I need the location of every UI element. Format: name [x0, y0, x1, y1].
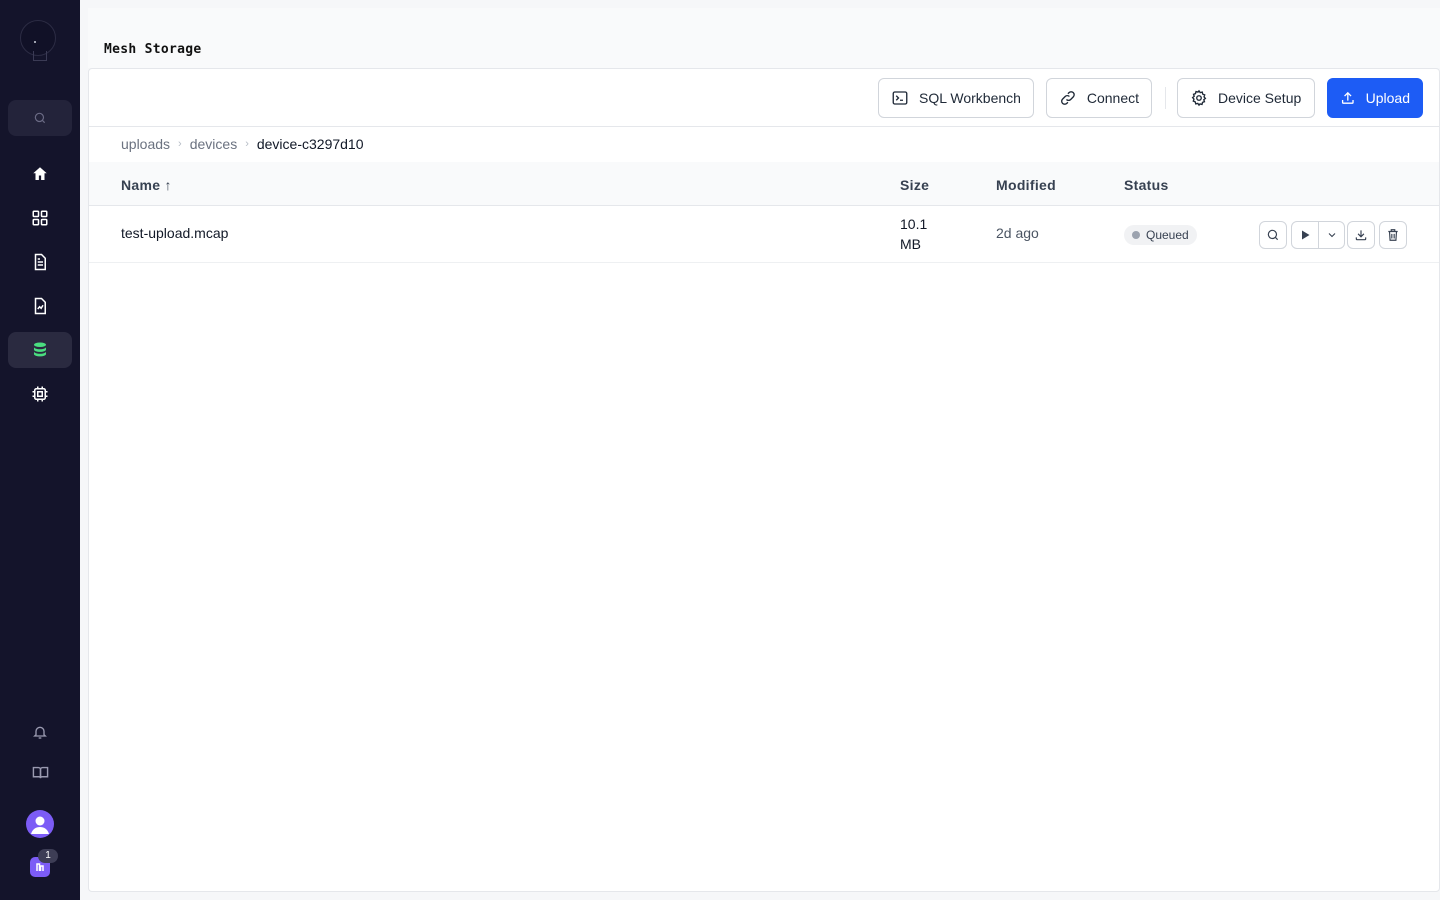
chevron-right-icon: › [245, 138, 249, 150]
upload-icon [1341, 91, 1354, 104]
chip-icon [32, 386, 48, 402]
user-icon [31, 816, 49, 834]
page-header: Mesh Storage [88, 8, 1440, 68]
column-header-size[interactable]: Size [900, 177, 929, 193]
file-modified: 2d ago [996, 225, 1039, 241]
breadcrumb-item-uploads[interactable]: uploads [121, 136, 170, 152]
breadcrumb-item-current: device-c3297d10 [256, 136, 364, 152]
sidebar-item-apps[interactable] [8, 200, 72, 236]
table-header: Name ↑ Size Modified Status [89, 162, 1439, 206]
play-button[interactable] [1292, 222, 1318, 248]
file-size: 10.1 MB [900, 216, 928, 252]
upload-label: Upload [1365, 90, 1410, 106]
link-icon [1061, 91, 1075, 105]
file-name[interactable]: test-upload.mcap [121, 225, 228, 241]
search-icon [1267, 229, 1279, 241]
status-badge: Queued [1124, 225, 1197, 245]
breadcrumb: uploads › devices › device-c3297d10 [121, 136, 364, 152]
status-dot [1132, 231, 1140, 239]
connect-button[interactable]: Connect [1046, 78, 1152, 118]
sidebar-item-notifications[interactable] [8, 717, 72, 747]
sidebar-item-storage[interactable] [8, 332, 72, 368]
app-logo[interactable] [20, 20, 56, 61]
sql-workbench-label: SQL Workbench [919, 90, 1021, 106]
toolbar-divider [1165, 87, 1166, 109]
sidebar-item-documents[interactable] [8, 244, 72, 280]
workspace-notification-count: 1 [38, 849, 58, 863]
column-header-modified[interactable]: Modified [996, 177, 1056, 193]
document-icon [34, 253, 46, 271]
delete-button[interactable] [1379, 221, 1407, 249]
page-title: Mesh Storage [104, 42, 202, 57]
download-icon [1355, 230, 1367, 241]
bell-icon [33, 726, 47, 739]
book-icon [32, 766, 48, 778]
chevron-right-icon: › [178, 138, 182, 150]
sidebar-item-reports[interactable] [8, 288, 72, 324]
play-split-button [1291, 221, 1345, 249]
device-setup-label: Device Setup [1218, 90, 1302, 106]
chevron-down-icon [1328, 233, 1335, 238]
sql-workbench-button[interactable]: SQL Workbench [878, 78, 1034, 118]
sidebar-item-docs[interactable] [8, 757, 72, 787]
grid-icon [32, 210, 48, 226]
search-icon [34, 112, 46, 124]
terminal-icon [892, 91, 908, 105]
preview-button[interactable] [1259, 221, 1287, 249]
chart-file-icon [34, 297, 46, 315]
device-setup-button[interactable]: Device Setup [1177, 78, 1315, 118]
database-icon [34, 342, 46, 357]
column-header-status[interactable]: Status [1124, 177, 1169, 193]
sidebar: 1 [0, 0, 80, 900]
column-header-name[interactable]: Name ↑ [121, 177, 172, 193]
user-avatar[interactable] [26, 810, 54, 838]
download-button[interactable] [1347, 221, 1375, 249]
play-icon [1302, 230, 1310, 240]
connect-label: Connect [1086, 90, 1139, 106]
sidebar-item-devices[interactable] [8, 376, 72, 412]
play-options-dropdown[interactable] [1318, 222, 1344, 248]
upload-button[interactable]: Upload [1327, 78, 1423, 118]
sidebar-item-home[interactable] [8, 156, 72, 192]
breadcrumb-item-devices[interactable]: devices [190, 136, 237, 152]
gear-icon [1191, 89, 1207, 107]
sidebar-search-button[interactable] [8, 100, 72, 136]
table-row[interactable]: test-upload.mcap 10.1 MB 2d ago Queued [89, 206, 1439, 263]
storage-panel: SQL Workbench Connect Device Setup Uploa… [88, 68, 1440, 892]
trash-icon [1388, 229, 1398, 241]
home-icon [33, 167, 47, 180]
toolbar: SQL Workbench Connect Device Setup Uploa… [89, 69, 1439, 127]
status-label: Queued [1146, 228, 1189, 242]
